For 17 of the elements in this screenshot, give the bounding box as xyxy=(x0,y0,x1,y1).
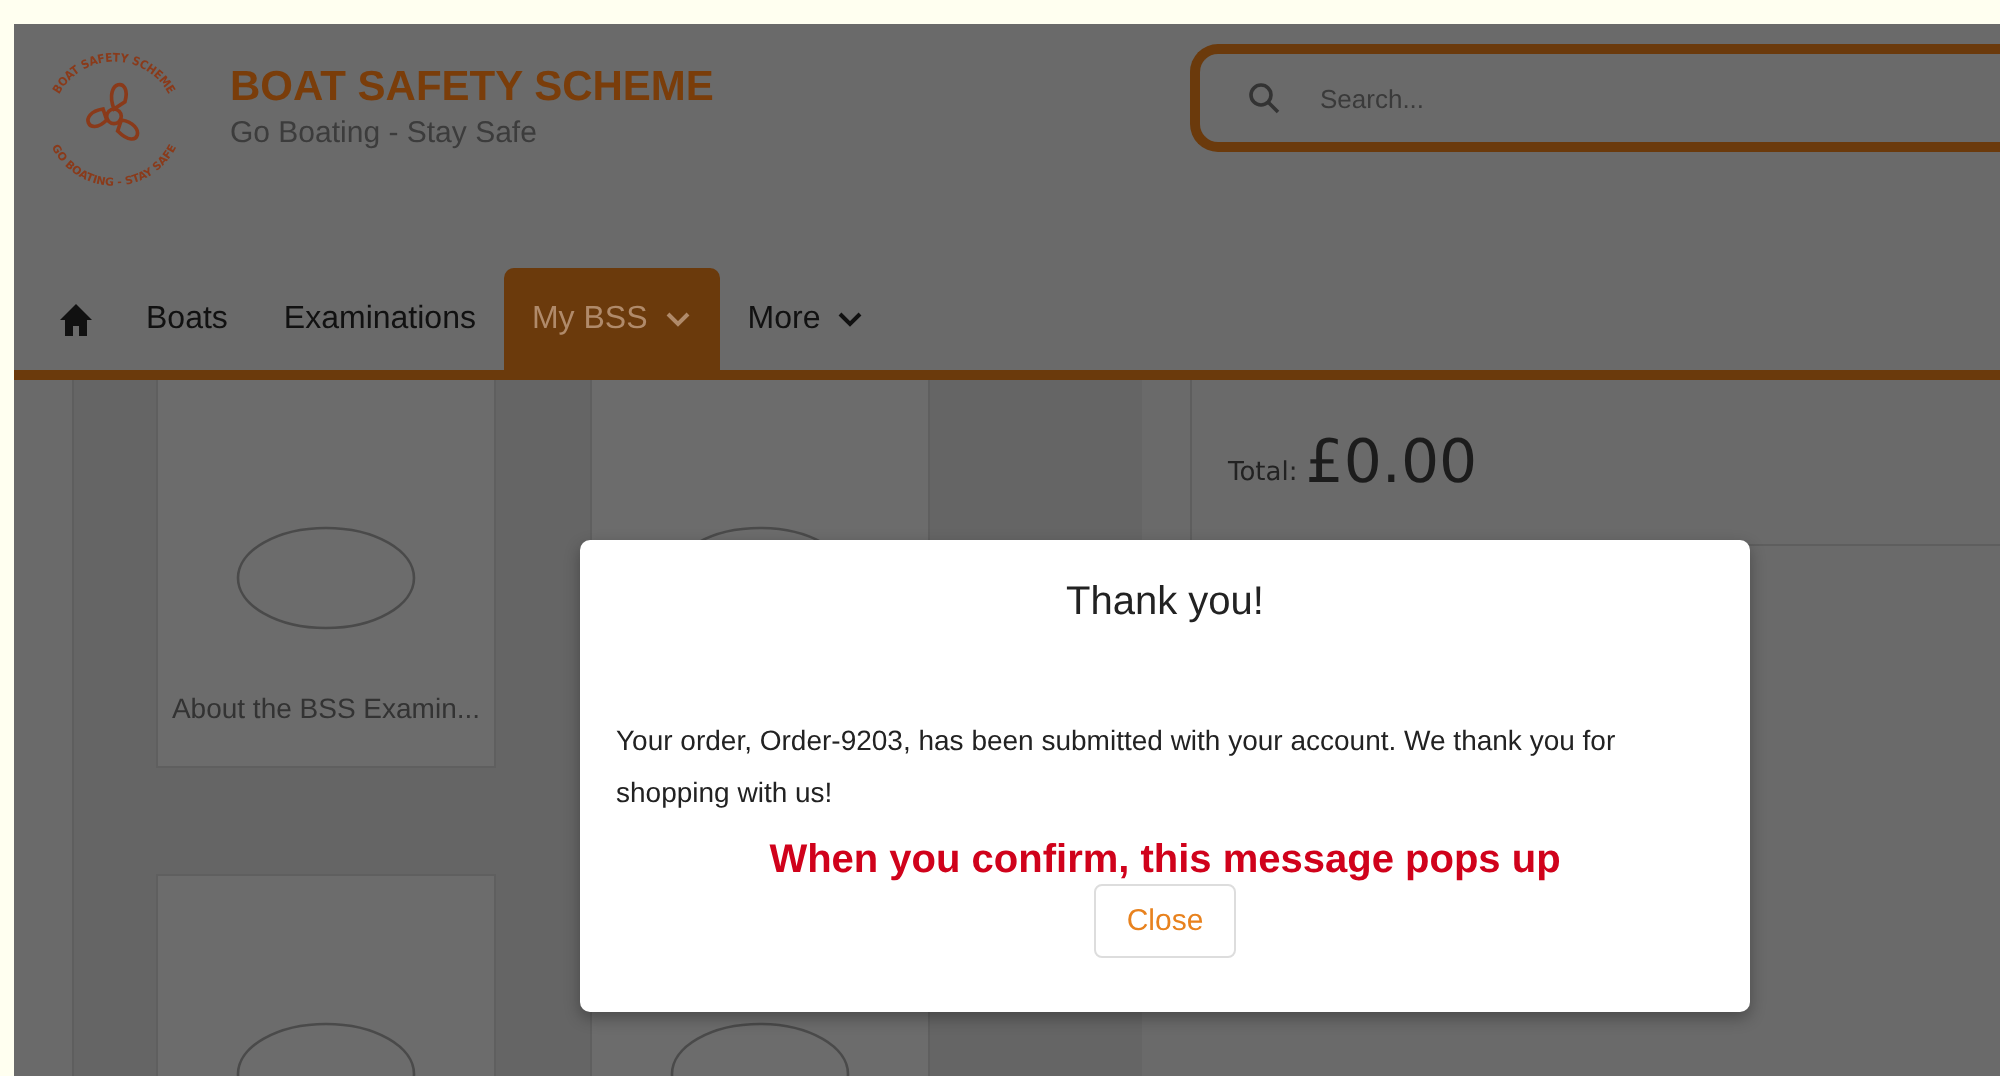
nav-tab[interactable]: Examinations xyxy=(255,268,504,370)
total-label: Total: xyxy=(1228,457,1298,487)
dialog-title: Thank you! xyxy=(1066,580,1264,626)
home-icon[interactable] xyxy=(58,302,94,338)
site-title: BOAT SAFETY SCHEME xyxy=(230,64,716,112)
caret-icon xyxy=(663,309,692,329)
nav-tab[interactable]: More xyxy=(719,268,893,370)
total-amount: £0.00 xyxy=(1305,427,1478,497)
search-icon xyxy=(1248,82,1280,114)
nav-tab[interactable]: Boats xyxy=(118,268,256,370)
close-button[interactable]: Close xyxy=(1094,884,1236,958)
dialog-message: Your order, Order-9203, has been submitted with your account. We thank you for shopping with us! xyxy=(616,722,1618,812)
product-title: About the BSS Examin... xyxy=(171,692,481,724)
annotation-text: When you confirm, this message pops up xyxy=(769,838,1561,884)
caret-icon xyxy=(836,309,865,329)
product-card[interactable]: About the BSS Examin... xyxy=(156,380,496,768)
nav-tab[interactable]: My BSS xyxy=(503,268,720,370)
